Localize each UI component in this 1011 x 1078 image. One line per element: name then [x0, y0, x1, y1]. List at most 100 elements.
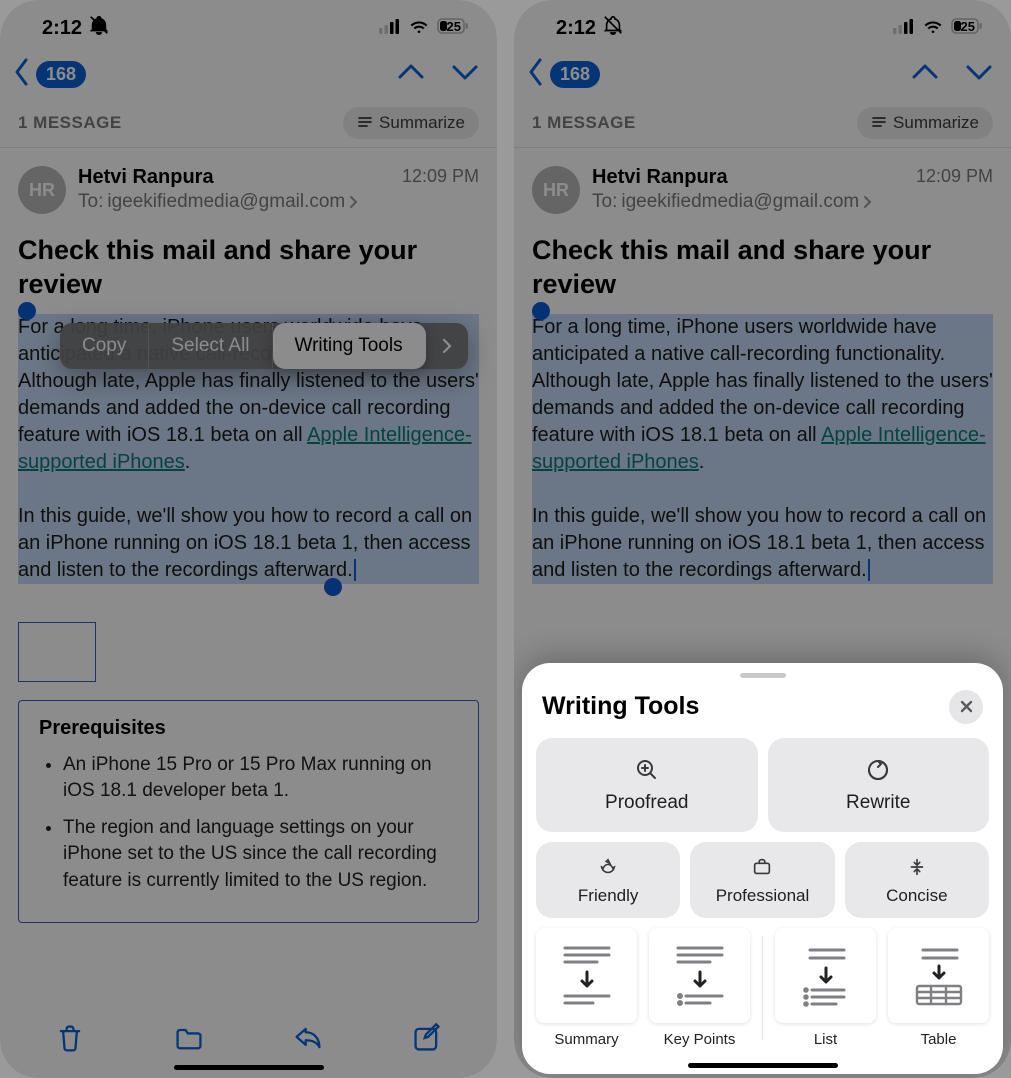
list-button[interactable]: List	[775, 928, 876, 1048]
selection-handle-start[interactable]	[18, 302, 36, 320]
summarize-button[interactable]: Summarize	[343, 107, 479, 139]
status-bar: 2:12 25	[0, 0, 497, 48]
status-time: 2:12	[42, 17, 82, 40]
back-chevron-icon[interactable]	[14, 58, 30, 91]
writing-tools-sheet: Writing Tools Proofread Rewrite Friendly	[522, 663, 1003, 1074]
ctx-select-all[interactable]: Select All	[149, 323, 272, 369]
ctx-writing-tools[interactable]: Writing Tools	[273, 323, 426, 369]
image-placeholder[interactable]	[18, 622, 96, 682]
key-points-button[interactable]: Key Points	[649, 928, 750, 1048]
inbox-count-badge[interactable]: 168	[550, 61, 600, 88]
close-button[interactable]	[949, 690, 983, 724]
rewrite-button[interactable]: Rewrite	[768, 738, 990, 832]
friendly-button[interactable]: Friendly	[536, 842, 680, 918]
concise-label: Concise	[886, 886, 947, 906]
table-button[interactable]: Table	[888, 928, 989, 1048]
sheet-title: Writing Tools	[542, 692, 699, 721]
sender-name[interactable]: Hetvi Ranpura	[78, 166, 390, 189]
next-message-icon[interactable]	[965, 60, 993, 89]
context-menu: Copy Select All Writing Tools	[60, 323, 468, 369]
summarize-label: Summarize	[379, 113, 465, 133]
home-indicator[interactable]	[174, 1065, 324, 1070]
table-label: Table	[921, 1031, 957, 1048]
next-message-icon[interactable]	[451, 60, 479, 89]
prerequisites-title: Prerequisites	[39, 717, 458, 740]
concise-button[interactable]: Concise	[845, 842, 989, 918]
recipient-line[interactable]: To: igeekifiedmedia@gmail.com	[78, 191, 390, 213]
professional-label: Professional	[716, 886, 810, 906]
back-chevron-icon[interactable]	[528, 58, 544, 91]
selection-handle-start[interactable]	[532, 302, 550, 320]
concise-icon	[906, 856, 928, 878]
summary-button[interactable]: Summary	[536, 928, 637, 1048]
status-bar: 2:12 25	[514, 0, 1011, 48]
battery-percent-text: 25	[961, 19, 975, 34]
proofread-button[interactable]: Proofread	[536, 738, 758, 832]
rewrite-icon	[864, 756, 892, 784]
avatar[interactable]: HR	[532, 166, 580, 214]
keypoints-icon	[670, 942, 730, 1008]
compose-icon[interactable]	[411, 1022, 443, 1052]
reply-icon[interactable]	[292, 1022, 324, 1052]
time-label: 12:09 PM	[916, 166, 993, 187]
phone-screenshot-right: 2:12 25 168 1 MESSAGE Summarize HR	[514, 0, 1011, 1078]
folder-icon[interactable]	[173, 1022, 205, 1052]
to-label: To:	[78, 191, 103, 213]
friendly-icon	[597, 856, 619, 878]
selection-handle-end[interactable]	[324, 578, 342, 596]
email-body[interactable]: For a long time, iPhone users worldwide …	[514, 308, 1011, 594]
status-time: 2:12	[556, 17, 596, 40]
sheet-grabber[interactable]	[740, 673, 786, 678]
recipient-email: igeekifiedmedia@gmail.com	[621, 191, 859, 213]
prereq-item-1: An iPhone 15 Pro or 15 Pro Max running o…	[63, 752, 458, 805]
list-label: List	[814, 1031, 837, 1048]
sender-row: HR Hetvi Ranpura To: igeekifiedmedia@gma…	[514, 147, 1011, 226]
ctx-more-icon[interactable]	[426, 323, 468, 369]
friendly-label: Friendly	[578, 886, 638, 906]
proofread-icon	[633, 756, 661, 784]
rewrite-label: Rewrite	[846, 792, 910, 814]
professional-icon	[751, 856, 773, 878]
cellular-icon	[893, 17, 915, 40]
body-p2: In this guide, we'll show you how to rec…	[532, 505, 986, 581]
time-label: 12:09 PM	[402, 166, 479, 187]
prev-message-icon[interactable]	[911, 60, 939, 89]
nav-bar: 168	[0, 48, 497, 99]
ctx-copy[interactable]: Copy	[60, 323, 149, 369]
body-p1b: .	[699, 451, 705, 473]
proofread-label: Proofread	[605, 792, 688, 814]
prerequisites-box: Prerequisites An iPhone 15 Pro or 15 Pro…	[18, 700, 479, 924]
keypoints-label: Key Points	[664, 1031, 736, 1048]
sender-row: HR Hetvi Ranpura To: igeekifiedmedia@gma…	[0, 147, 497, 226]
prereq-item-2: The region and language settings on your…	[63, 815, 458, 895]
home-indicator[interactable]	[688, 1063, 838, 1068]
text-cursor	[354, 559, 356, 581]
message-header: 1 MESSAGE Summarize	[0, 99, 497, 147]
wifi-icon	[922, 17, 944, 40]
close-icon	[959, 699, 974, 714]
summary-label: Summary	[554, 1031, 618, 1048]
prev-message-icon[interactable]	[397, 60, 425, 89]
recipient-line[interactable]: To: igeekifiedmedia@gmail.com	[592, 191, 904, 213]
message-count-label: 1 MESSAGE	[18, 113, 122, 133]
professional-button[interactable]: Professional	[690, 842, 834, 918]
text-cursor	[868, 559, 870, 581]
list-icon	[796, 942, 856, 1008]
subject: Check this mail and share your review	[0, 226, 497, 308]
sender-name[interactable]: Hetvi Ranpura	[592, 166, 904, 189]
summary-icon	[557, 942, 617, 1008]
divider	[762, 936, 763, 1040]
message-count-label: 1 MESSAGE	[532, 113, 636, 133]
trash-icon[interactable]	[54, 1022, 86, 1052]
recipient-email: igeekifiedmedia@gmail.com	[107, 191, 345, 213]
summarize-button[interactable]: Summarize	[857, 107, 993, 139]
inbox-count-badge[interactable]: 168	[36, 61, 86, 88]
cellular-icon	[379, 17, 401, 40]
summarize-label: Summarize	[893, 113, 979, 133]
avatar[interactable]: HR	[18, 166, 66, 214]
body-p1b: .	[185, 451, 191, 473]
battery-percent-text: 25	[447, 19, 461, 34]
message-header: 1 MESSAGE Summarize	[514, 99, 1011, 147]
selected-text[interactable]: For a long time, iPhone users worldwide …	[532, 314, 993, 584]
body-p2: In this guide, we'll show you how to rec…	[18, 505, 472, 581]
